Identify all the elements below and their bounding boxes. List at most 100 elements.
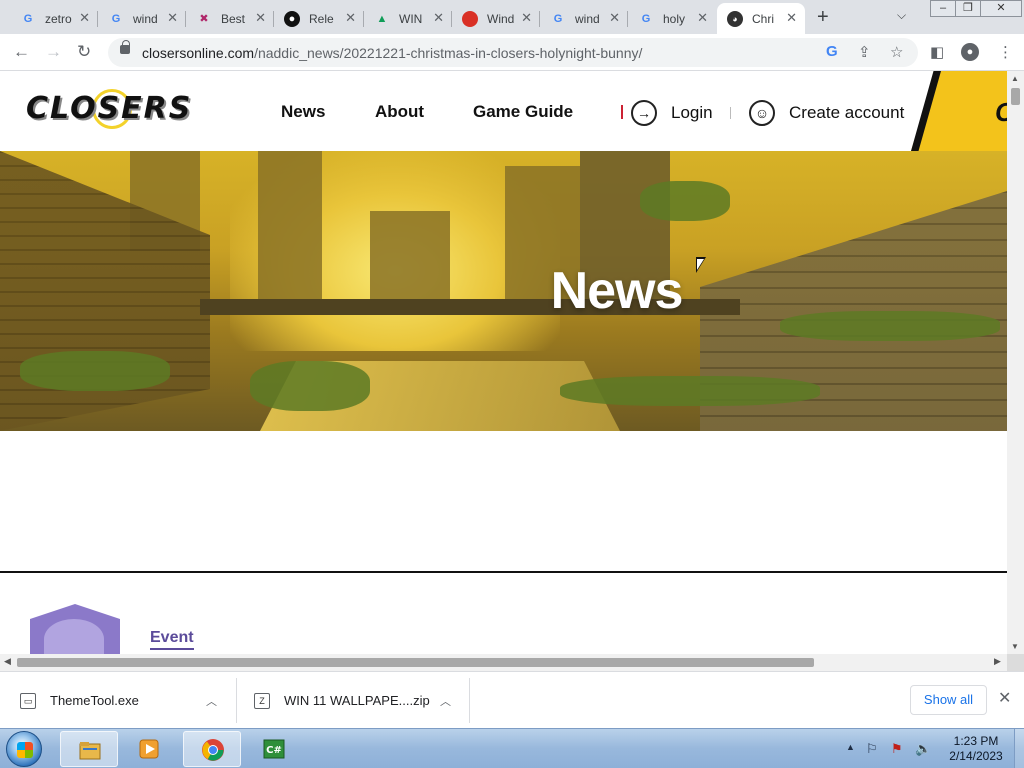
taskbar-csharp[interactable]: C# bbox=[245, 731, 303, 767]
tab-9-active[interactable]: ◕ Chri ✕ bbox=[717, 3, 805, 34]
download-divider bbox=[469, 678, 470, 723]
close-window-button[interactable]: ✕ bbox=[980, 0, 1022, 17]
tab-8[interactable]: G holy ✕ bbox=[628, 3, 716, 34]
tab-7[interactable]: G wind ✕ bbox=[540, 3, 628, 34]
nav-about[interactable]: About bbox=[375, 102, 424, 122]
create-account-label: Create account bbox=[789, 103, 905, 122]
scroll-down-arrow-icon[interactable]: ▼ bbox=[1011, 642, 1019, 651]
mouse-cursor-icon bbox=[696, 257, 706, 273]
google-icon: G bbox=[23, 12, 33, 25]
tab-1[interactable]: G zetro ✕ bbox=[10, 3, 98, 34]
chevron-up-icon[interactable]: ︿ bbox=[206, 693, 217, 709]
google-icon: G bbox=[641, 12, 651, 25]
round-red-badge-icon bbox=[462, 10, 478, 27]
reload-icon[interactable]: ↻ bbox=[77, 42, 91, 62]
horizontal-scrollbar[interactable]: ◀ ▶ bbox=[0, 654, 1007, 671]
nav-news[interactable]: News bbox=[281, 102, 325, 122]
close-icon[interactable]: ✕ bbox=[697, 10, 708, 26]
close-icon[interactable]: ✕ bbox=[786, 10, 797, 26]
bookmark-star-icon[interactable]: ☆ bbox=[890, 43, 903, 61]
share-icon[interactable]: ⇪ bbox=[858, 43, 871, 61]
back-icon[interactable]: ← bbox=[13, 42, 30, 62]
download-bar: ▭ ThemeTool.exe ︿ Z WIN 11 WALLPAPE....z… bbox=[0, 671, 1024, 728]
google-lens-icon[interactable]: G bbox=[826, 43, 838, 60]
tab-title: Wind bbox=[487, 11, 515, 26]
windows-logo-icon bbox=[17, 742, 33, 758]
tray-expand-arrow-icon[interactable]: ▲ bbox=[846, 742, 855, 752]
tab-title: Chri bbox=[752, 11, 775, 26]
create-account-link[interactable]: ☺ Create account bbox=[749, 100, 904, 126]
windows-taskbar: C# ▲ ⚐ ⚑ 🔈 1:23 PM 2/14/2023 bbox=[0, 728, 1024, 768]
horizontal-scroll-thumb[interactable] bbox=[17, 658, 814, 667]
download-divider bbox=[236, 678, 237, 723]
close-icon[interactable]: ✕ bbox=[255, 10, 266, 26]
scroll-left-arrow-icon[interactable]: ◀ bbox=[4, 656, 11, 667]
closers-logo[interactable]: CLOSERS bbox=[26, 89, 210, 133]
browser-toolbar: ← → ↻ closersonline.com/naddic_news/2022… bbox=[0, 34, 1024, 71]
close-icon[interactable]: ✕ bbox=[79, 10, 90, 26]
google-icon: G bbox=[553, 12, 563, 25]
forward-icon[interactable]: → bbox=[45, 42, 62, 62]
nav-game-guide[interactable]: Game Guide bbox=[473, 102, 573, 122]
close-icon[interactable]: ✕ bbox=[433, 10, 444, 26]
tab-title: WIN bbox=[399, 11, 423, 26]
news-hero-banner: News bbox=[0, 151, 1007, 431]
account-divider bbox=[730, 107, 731, 119]
restore-button[interactable]: ❐ bbox=[955, 0, 981, 17]
hero-title: News bbox=[550, 262, 684, 320]
taskbar-media-player[interactable] bbox=[120, 731, 178, 767]
tab-search-chevron-icon[interactable]: ⌵ bbox=[897, 8, 906, 23]
volume-icon[interactable]: 🔈 bbox=[915, 741, 931, 757]
media-player-icon bbox=[139, 739, 159, 759]
tab-5[interactable]: ▲ WIN ✕ bbox=[364, 3, 452, 34]
scroll-up-arrow-icon[interactable]: ▲ bbox=[1011, 74, 1019, 83]
url-text: closersonline.com/naddic_news/20221221-c… bbox=[142, 45, 642, 61]
exe-file-icon: ▭ bbox=[20, 692, 36, 709]
login-link[interactable]: → Login bbox=[631, 100, 713, 126]
tab-2[interactable]: G wind ✕ bbox=[98, 3, 186, 34]
tab-6[interactable]: Wind ✕ bbox=[452, 3, 540, 34]
profile-avatar-icon[interactable]: ● bbox=[961, 43, 979, 61]
close-download-bar-icon[interactable]: ✕ bbox=[998, 688, 1011, 708]
tab-title: wind bbox=[133, 11, 158, 26]
x-logo-icon: ✖ bbox=[199, 13, 209, 25]
tab-strip: G zetro ✕ G wind ✕ ✖ Best ✕ ● Rele ✕ ▲ W… bbox=[0, 0, 1024, 34]
show-all-downloads-button[interactable]: Show all bbox=[910, 685, 987, 715]
tab-4[interactable]: ● Rele ✕ bbox=[274, 3, 364, 34]
event-category-link[interactable]: Event bbox=[150, 629, 194, 650]
minimize-button[interactable]: – bbox=[930, 0, 956, 17]
google-icon: G bbox=[111, 12, 121, 25]
github-icon: ● bbox=[284, 10, 300, 27]
url-host: closersonline.com bbox=[142, 45, 255, 61]
download-item-themetool[interactable]: ▭ ThemeTool.exe ︿ bbox=[20, 672, 230, 729]
action-center-flag-icon[interactable]: ⚐ bbox=[866, 741, 878, 757]
vertical-scroll-thumb[interactable] bbox=[1011, 88, 1020, 105]
lock-icon bbox=[120, 40, 130, 54]
network-error-icon[interactable]: ⚑ bbox=[891, 741, 903, 757]
taskbar-explorer[interactable] bbox=[60, 731, 118, 767]
show-desktop-button[interactable] bbox=[1014, 729, 1024, 768]
system-clock[interactable]: 1:23 PM 2/14/2023 bbox=[942, 734, 1010, 764]
scrollbar-corner bbox=[1007, 654, 1024, 671]
hero-greenery bbox=[250, 361, 370, 411]
zip-file-icon: Z bbox=[254, 692, 270, 709]
url-path: /naddic_news/20221221-christmas-in-close… bbox=[254, 45, 643, 61]
event-thumbnail-figure bbox=[44, 619, 104, 654]
close-icon[interactable]: ✕ bbox=[609, 10, 620, 26]
start-button[interactable] bbox=[6, 731, 42, 767]
close-icon[interactable]: ✕ bbox=[521, 10, 532, 26]
download-item-wallpaper-zip[interactable]: Z WIN 11 WALLPAPE....zip ︿ bbox=[254, 672, 464, 729]
scroll-right-arrow-icon[interactable]: ▶ bbox=[994, 656, 1001, 667]
close-icon[interactable]: ✕ bbox=[345, 10, 356, 26]
close-icon[interactable]: ✕ bbox=[167, 10, 178, 26]
side-panel-icon[interactable]: ◧ bbox=[930, 43, 944, 61]
chevron-up-icon[interactable]: ︿ bbox=[440, 693, 451, 709]
new-tab-button[interactable]: + bbox=[817, 6, 829, 29]
menu-kebab-icon[interactable]: ⋮ bbox=[998, 43, 1013, 61]
address-bar[interactable]: closersonline.com/naddic_news/20221221-c… bbox=[108, 38, 918, 67]
tab-3[interactable]: ✖ Best ✕ bbox=[186, 3, 274, 34]
vertical-scrollbar[interactable]: ▲ ▼ bbox=[1007, 71, 1024, 654]
hero-greenery bbox=[640, 181, 730, 221]
taskbar-chrome[interactable] bbox=[183, 731, 241, 767]
section-divider bbox=[0, 571, 1007, 573]
